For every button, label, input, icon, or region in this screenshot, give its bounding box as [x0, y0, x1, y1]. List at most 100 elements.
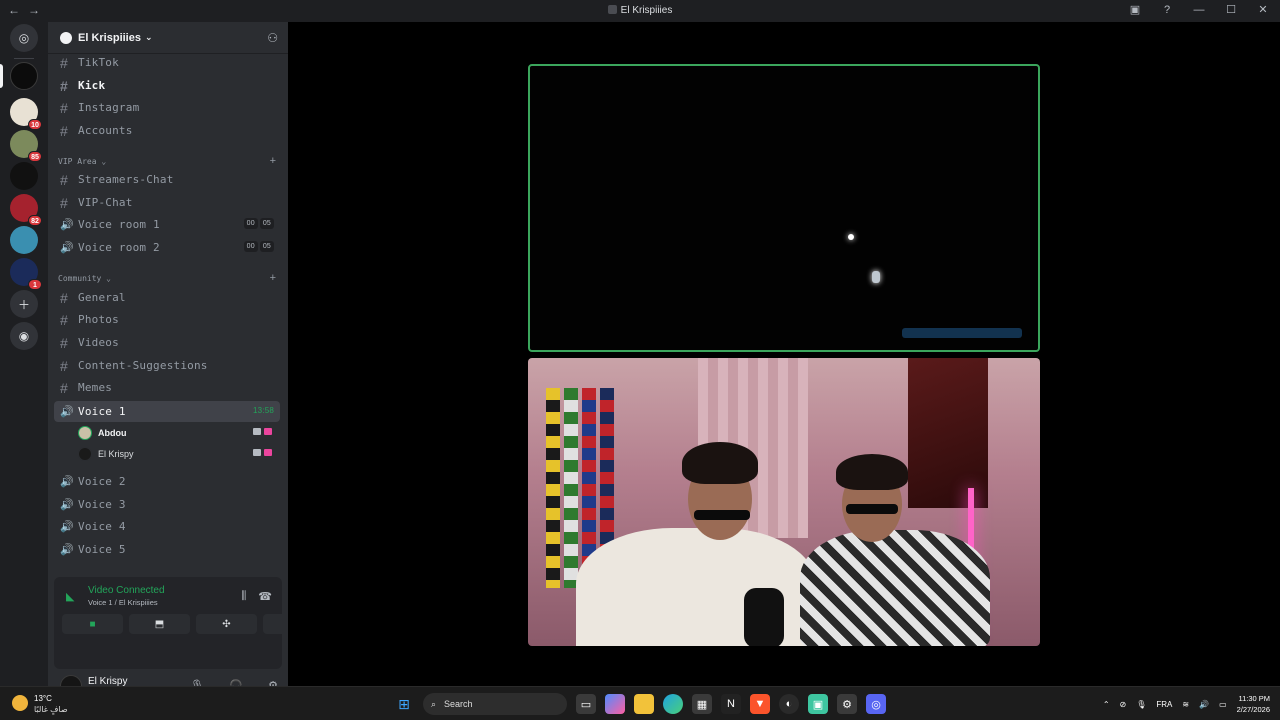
voice-timer: 13:58: [252, 406, 274, 415]
server-icon[interactable]: 82: [10, 194, 42, 226]
channel-label: Videos: [78, 336, 119, 349]
channel-label: Accounts: [78, 124, 133, 137]
live-icon: [264, 449, 272, 456]
voice-user-el-krispy[interactable]: El Krispy: [78, 444, 272, 464]
noise-suppression-icon[interactable]: ⫼: [241, 590, 246, 603]
discord-home-icon[interactable]: ◎: [10, 24, 38, 52]
task-view-icon[interactable]: ▭: [576, 694, 596, 714]
hash-icon: #: [60, 99, 68, 116]
voice-status[interactable]: Video Connected: [88, 585, 165, 596]
minimize-icon[interactable]: —: [1192, 4, 1206, 16]
volume-icon[interactable]: 🔊: [1199, 700, 1209, 709]
selected-server-pill: [0, 64, 3, 88]
video-stage: [288, 22, 1280, 686]
add-channel-icon[interactable]: +: [270, 272, 276, 284]
add-channel-icon[interactable]: +: [270, 155, 276, 167]
brave-icon[interactable]: ▼: [750, 694, 770, 714]
person-right-hair: [836, 454, 908, 490]
server-icon[interactable]: [10, 226, 38, 254]
wifi-icon[interactable]: ≋: [1182, 700, 1189, 709]
windows-start-icon[interactable]: ⊞: [394, 694, 414, 714]
edge-icon[interactable]: [663, 694, 683, 714]
discover-icon[interactable]: ◉: [10, 322, 38, 350]
temperature: 13°C: [34, 694, 52, 703]
voice-user-abdou[interactable]: Abdou: [78, 423, 272, 443]
channel-instagram[interactable]: # Instagram: [54, 97, 280, 118]
close-icon[interactable]: ✕: [1256, 3, 1270, 16]
activities-button[interactable]: ✣: [196, 614, 257, 634]
sunglasses: [694, 510, 750, 520]
channel-voice-room-2[interactable]: 🔊 Voice room 2 00 05: [54, 237, 280, 258]
search-box[interactable]: ⌕ Search: [423, 693, 567, 715]
light-spot: [872, 271, 880, 283]
channel-videos[interactable]: # Videos: [54, 332, 280, 353]
disconnect-icon[interactable]: ☎: [258, 590, 272, 603]
channel-label: Kick: [78, 79, 106, 92]
channel-general[interactable]: # General: [54, 287, 280, 308]
server-icon[interactable]: 1: [10, 258, 42, 290]
channel-streamers-chat[interactable]: # Streamers-Chat: [54, 169, 280, 190]
app-icon[interactable]: ▣: [808, 694, 828, 714]
network-off-icon[interactable]: ⊘: [1120, 700, 1127, 709]
taskbar-apps: ⊞ ⌕ Search ▭ ▦ N ▼ ◐ ▣ ⚙ ◎: [394, 693, 886, 715]
screen-share-button[interactable]: ⬒: [129, 614, 190, 634]
speaker-icon: 🔊: [60, 520, 74, 533]
server-icon: [607, 5, 617, 14]
voice-buttons: ■ ⬒ ✣ ♫: [62, 614, 324, 634]
clock-time: 11:30 PM: [1238, 694, 1270, 703]
add-member-icon[interactable]: ⚇: [267, 31, 278, 45]
channel-voice-3[interactable]: 🔊 Voice 3: [54, 494, 280, 515]
camera-button[interactable]: ■: [62, 614, 123, 634]
clock[interactable]: 11:30 PM 2/27/2026: [1237, 693, 1270, 715]
clock-date: 2/27/2026: [1236, 705, 1270, 714]
speaker-icon: 🔊: [60, 241, 74, 254]
store-icon[interactable]: ▦: [692, 694, 712, 714]
camera-icon: [253, 449, 261, 456]
battery-icon[interactable]: ▭: [1219, 700, 1227, 709]
signal-icon[interactable]: ◣: [66, 590, 74, 603]
channel-voice-1[interactable]: 🔊 Voice 1 13:58: [54, 401, 280, 422]
channel-label: Voice 1: [78, 405, 126, 418]
language-indicator[interactable]: FRA: [1156, 700, 1172, 709]
category-vip-area[interactable]: VIP Area ⌄ +: [58, 155, 280, 167]
channel-photos[interactable]: # Photos: [54, 309, 280, 330]
hash-icon: #: [60, 54, 68, 71]
discord-icon[interactable]: ◎: [866, 694, 886, 714]
settings-gear-icon[interactable]: ⚙: [837, 694, 857, 714]
video-tile-dark[interactable]: [528, 64, 1040, 352]
channel-voice-room-1[interactable]: 🔊 Voice room 1 00 05: [54, 214, 280, 235]
inbox-icon[interactable]: ▣: [1128, 3, 1142, 16]
notion-icon[interactable]: N: [721, 694, 741, 714]
channel-content-suggestions[interactable]: # Content-Suggestions: [54, 355, 280, 376]
add-server-icon[interactable]: ＋: [10, 290, 38, 318]
server-icon[interactable]: [10, 162, 38, 190]
avatar: [78, 447, 92, 461]
channel-label: Memes: [78, 381, 113, 394]
server-icon[interactable]: 10: [10, 98, 42, 130]
channel-memes[interactable]: # Memes: [54, 377, 280, 398]
video-tile-camera[interactable]: [528, 358, 1040, 646]
help-icon[interactable]: ?: [1160, 4, 1174, 16]
copilot-icon[interactable]: [605, 694, 625, 714]
channel-kick[interactable]: # Kick: [54, 75, 280, 96]
channel-accounts[interactable]: # Accounts: [54, 120, 280, 141]
steam-icon[interactable]: ◐: [779, 694, 799, 714]
voice-location[interactable]: Voice 1 / El Krispiiies: [88, 598, 158, 607]
channel-vip-chat[interactable]: # VIP-Chat: [54, 192, 280, 213]
microphone-icon[interactable]: 🎙: [1136, 700, 1146, 709]
channel-tiktok[interactable]: # TikTok: [54, 52, 280, 73]
category-community[interactable]: Community ⌄ +: [58, 272, 280, 284]
channel-voice-5[interactable]: 🔊 Voice 5: [54, 539, 280, 560]
channel-voice-2[interactable]: 🔊 Voice 2: [54, 471, 280, 492]
server-header[interactable]: El Krispiiies ⌄ ⚇: [48, 22, 288, 54]
mention-badge: 10: [28, 119, 42, 130]
maximize-icon[interactable]: ☐: [1224, 3, 1238, 16]
server-icon[interactable]: 85: [10, 130, 42, 162]
file-explorer-icon[interactable]: [634, 694, 654, 714]
server-el-krispiiies-icon[interactable]: [10, 62, 38, 90]
chevron-down-icon: ⌄: [144, 32, 153, 42]
channel-voice-4[interactable]: 🔊 Voice 4: [54, 516, 280, 537]
sunglasses: [846, 504, 898, 514]
camera-icon: [253, 428, 261, 435]
chevron-up-icon[interactable]: ⌃: [1103, 700, 1110, 709]
